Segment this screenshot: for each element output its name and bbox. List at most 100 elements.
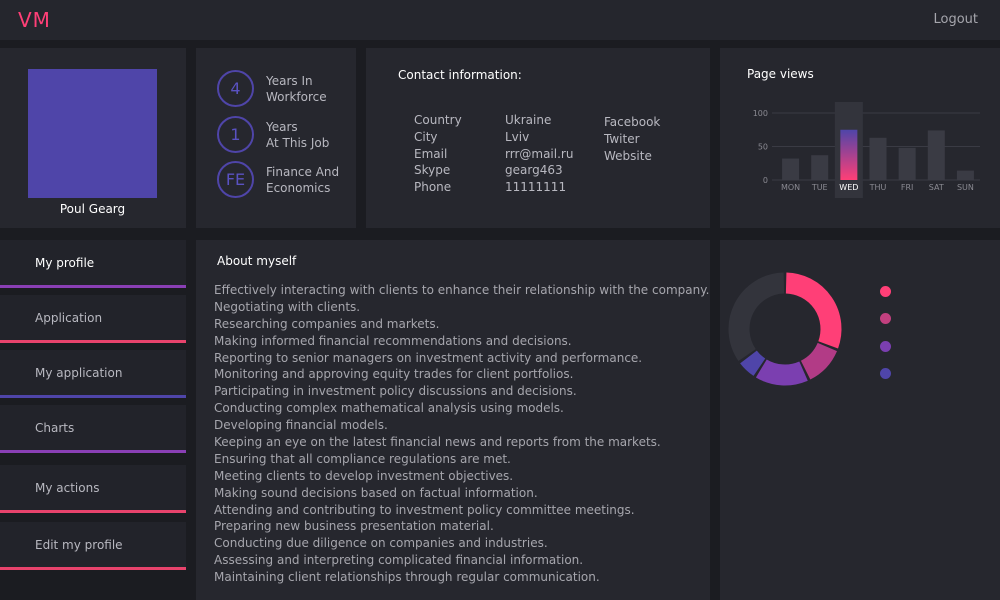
bar-tue[interactable] [811, 155, 829, 180]
x-tick-label: FRI [901, 183, 914, 192]
menu-item-edit-my-profile[interactable]: Edit my profile [0, 522, 186, 570]
donut-slice[interactable] [785, 272, 842, 349]
top-bar: VM Logout [0, 0, 1000, 40]
y-tick-label: 100 [753, 109, 768, 118]
stat-value: 4 [217, 70, 254, 107]
about-line: Negotiating with clients. [214, 299, 361, 314]
stat-value: 1 [217, 116, 254, 153]
about-line: Attending and contributing to investment… [214, 502, 635, 517]
about-line: Meeting clients to develop investment ob… [214, 468, 514, 483]
menu-label: Charts [35, 421, 75, 435]
x-tick-label: THU [869, 183, 887, 192]
contact-key: Skype [414, 163, 451, 178]
legend-dot [880, 368, 891, 379]
about-line: Making informed financial recommendation… [214, 333, 572, 348]
menu-underline [0, 285, 186, 288]
contact-value: Lviv [505, 129, 530, 144]
menu-item-charts[interactable]: Charts [0, 405, 186, 453]
app-logo[interactable]: VM [18, 8, 51, 32]
stat-label: At This Job [266, 135, 330, 150]
donut-slice[interactable] [800, 342, 837, 380]
stat-label: Years In [266, 73, 313, 88]
contact-value: gearg463 [505, 163, 563, 178]
stat-specialty: FE Finance And Economics [217, 161, 348, 198]
bar-mon[interactable] [782, 158, 800, 180]
about-line: Monitoring and approving equity trades f… [214, 367, 574, 382]
bar-thu[interactable] [869, 137, 887, 180]
bar-wed[interactable] [840, 129, 858, 180]
x-tick-label: MON [781, 183, 800, 192]
stat-value: FE [217, 161, 254, 198]
legend-dot [880, 313, 891, 324]
menu-underline [0, 340, 186, 343]
contact-value[interactable]: rrr@mail.ru [505, 146, 573, 163]
logout-button[interactable]: Logout [933, 12, 978, 27]
facebook-link[interactable]: Facebook [604, 114, 660, 131]
stat-workforce: 4 Years In Workforce [217, 70, 348, 107]
contact-values: Ukraine Lviv rrr@mail.ru gearg463 111111… [505, 112, 573, 196]
menu-item-my-profile[interactable]: My profile [0, 240, 186, 288]
menu-item-application[interactable]: Application [0, 295, 186, 343]
donut-slice[interactable] [728, 272, 785, 362]
menu-label: Application [35, 311, 103, 325]
bar-fri[interactable] [898, 147, 916, 180]
about-line: Reporting to senior managers on investme… [214, 350, 643, 365]
about-line: Preparing new business presentation mate… [214, 519, 494, 534]
about-line: Ensuring that all compliance regulations… [214, 451, 511, 466]
contact-title: Contact information: [398, 68, 522, 82]
about-line: Developing financial models. [214, 418, 388, 433]
y-tick-label: 0 [763, 176, 768, 185]
menu-underline [0, 567, 186, 570]
contact-key: City [414, 129, 438, 144]
menu-label: My actions [35, 481, 100, 495]
stat-this-job: 1 Years At This Job [217, 116, 348, 153]
contact-keys: Country City Email Skype Phone [414, 112, 462, 196]
about-title: About myself [217, 254, 297, 268]
profile-name: Poul Gearg [59, 202, 126, 216]
page-views-title: Page views [747, 67, 814, 81]
about-line: Researching companies and markets. [214, 316, 440, 331]
contact-value: 11111111 [505, 180, 567, 195]
donut-slice[interactable] [755, 359, 808, 386]
menu-item-my-actions[interactable]: My actions [0, 465, 186, 513]
contact-key: Country [414, 113, 462, 127]
menu-label: Edit my profile [35, 538, 123, 552]
avatar [28, 69, 157, 198]
contact-value: Ukraine [505, 113, 552, 127]
about-line: Participating in investment policy discu… [214, 384, 577, 399]
stat-label: Economics [266, 180, 331, 195]
legend-dot [880, 286, 891, 297]
x-tick-label: SAT [929, 183, 944, 192]
about-line: Keeping an eye on the latest financial n… [214, 435, 661, 450]
donut-slice[interactable] [740, 350, 766, 376]
menu-underline [0, 395, 186, 398]
menu-label: My application [35, 366, 123, 380]
menu-item-my-application[interactable]: My application [0, 350, 186, 398]
about-line: Maintaining client relationships through… [214, 570, 600, 585]
contact-key: Email [414, 146, 448, 161]
about-line: Making sound decisions based on factual … [214, 485, 538, 500]
y-tick-label: 50 [758, 143, 768, 152]
menu-underline [0, 510, 186, 513]
bar-sat[interactable] [927, 130, 945, 180]
menu-label: My profile [35, 256, 95, 270]
about-list: Effectively interacting with clients to … [214, 282, 710, 586]
contact-key: Phone [414, 180, 452, 195]
stat-label: Years [266, 119, 298, 134]
bar-sun[interactable] [956, 170, 974, 180]
menu-underline [0, 450, 186, 453]
x-tick-label: WED [839, 183, 858, 192]
stat-label: Finance And [266, 164, 340, 179]
donut-chart [728, 272, 842, 386]
page-views-chart: 0 50 100 MON TUE WED THU FRI SAT SUN [753, 102, 980, 198]
x-tick-label: SUN [957, 183, 974, 192]
about-line: Conducting complex mathematical analysis… [214, 401, 564, 416]
legend-dot [880, 341, 891, 352]
x-tick-label: TUE [811, 183, 828, 192]
stat-label: Workforce [266, 89, 327, 104]
about-line: Assessing and interpreting complicated f… [214, 553, 584, 568]
about-line: Effectively interacting with clients to … [214, 283, 710, 297]
social-links: Facebook Twiter Website [604, 114, 660, 165]
website-link[interactable]: Website [604, 148, 660, 165]
twitter-link[interactable]: Twiter [604, 131, 660, 148]
